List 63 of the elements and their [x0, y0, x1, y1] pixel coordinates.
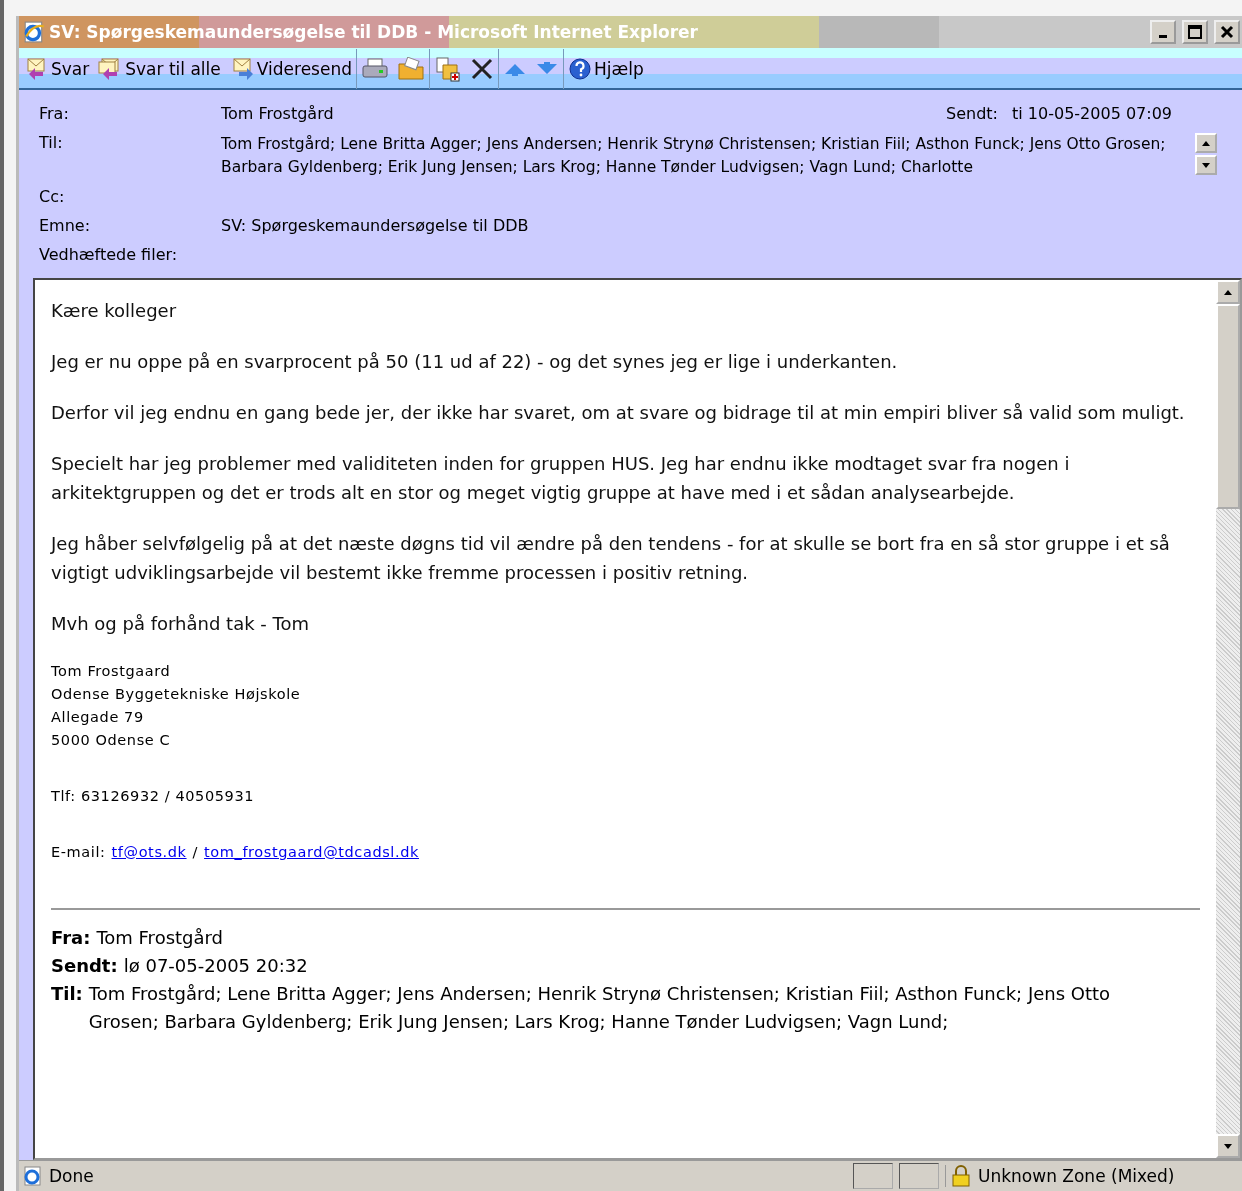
toolbar-button[interactable]: Videresend: [224, 49, 357, 89]
maximize-icon: [1188, 25, 1202, 39]
email-link[interactable]: tom_frostgaard@tdcadsl.dk: [204, 841, 419, 864]
message-paragraph: Specielt har jeg problemer med validiteten inden for gruppen HUS. Jeg har endnu ikke modtaget svar fra nogen i arkitektgruppen og det er trods alt en stor og meget vigtig gruppe at have med i et sådan analysearbejde.: [51, 452, 1071, 505]
subject-text: SV: Spørgeskemaundersøgelse til DDB: [221, 216, 529, 235]
close-icon: [1220, 25, 1234, 39]
down-arrow-icon: [1224, 1143, 1232, 1149]
scroll-up-button[interactable]: [1195, 133, 1217, 153]
separator-text: /: [192, 843, 199, 862]
toolbar-button[interactable]: Svar: [19, 49, 94, 89]
status-text: Done: [49, 1166, 95, 1186]
browser-icon: [23, 1166, 43, 1186]
toolbar-button[interactable]: Hjælp: [563, 49, 648, 89]
quoted-field-label: Fra:: [51, 926, 91, 950]
status-panel: [899, 1163, 939, 1189]
message-paragraph: Jeg er nu oppe på en svarprocent på 50 (11 ud af 22) - og det synes jeg er lige i underkanten.: [51, 350, 899, 374]
message-paragraph: Derfor vil jeg endnu en gang bede jer, der ikke har svaret, om at svare og bidrage til at min empiri bliver så valid som muligt.: [51, 401, 1186, 425]
security-zone-text: Unknown Zone (Mixed): [978, 1166, 1175, 1186]
status-panel: [853, 1163, 893, 1189]
signature-line: Tom Frostgaard: [51, 662, 172, 681]
signature-line: Odense Byggetekniske Højskole: [51, 685, 302, 704]
window-title: SV: Spørgeskemaundersøgelse til DDB - Microsoft Internet Explorer: [49, 22, 698, 42]
sent-date: ti 10-05-2005 07:09: [1012, 104, 1172, 123]
lock-icon: [952, 1165, 970, 1187]
scroll-up-button[interactable]: [1216, 280, 1240, 304]
email-label: E-mail:: [51, 843, 106, 862]
minimize-icon: [1159, 34, 1167, 38]
field-label: Til:: [38, 133, 64, 152]
field-label: Fra:: [38, 104, 70, 123]
field-label: Cc:: [38, 187, 66, 206]
field-label: Sendt:: [946, 104, 998, 123]
message-paragraph: Mvh og på forhånd tak - Tom: [51, 612, 310, 636]
field-label: Vedhæftede filer:: [38, 245, 178, 264]
scroll-down-button[interactable]: [1195, 155, 1217, 175]
signature-line: 5000 Odense C: [51, 731, 172, 750]
sender-name: Tom Frostgård: [221, 104, 334, 123]
help-icon: [567, 57, 592, 81]
documents-icon: [433, 56, 462, 82]
up-arrow-icon: [1202, 140, 1210, 146]
down-arrow-icon: [1202, 162, 1210, 168]
email-link[interactable]: tf@ots.dk: [111, 841, 187, 864]
quoted-field-value: Tom Frostgård: [96, 926, 224, 950]
quoted-field-label: Sendt:: [51, 954, 118, 978]
scroll-thumb[interactable]: [1216, 304, 1240, 509]
message-paragraph: Kære kolleger: [51, 299, 178, 323]
browser-icon: [23, 21, 45, 43]
field-label: Emne:: [38, 216, 92, 235]
quoted-field-label: Til:: [51, 982, 83, 1006]
close-button[interactable]: [1214, 20, 1240, 44]
up-arrow-icon: [1224, 289, 1232, 295]
quoted-field-value: lø 07-05-2005 20:32: [123, 954, 308, 978]
minimize-button[interactable]: [1150, 20, 1176, 44]
message-paragraph: Jeg håber selvfølgelig på at det næste døgns tid vil ændre på den tendens - for at skulle se bort fra en så stor gruppe i et så vigtigt udviklingsarbejde vil bestemt ikke fremme processen i positiv retning.: [51, 532, 1171, 585]
recipients-list: Tom Frostgård; Lene Britta Agger; Jens Andersen; Henrik Strynø Christensen; Kristian Fiil; Asthon Funck; Jens Otto Grosen; Barbara Gyldenberg; Erik Jung Jensen; Lars Krog; Hanne Tønder Ludvigsen; Vagn Lund; Charlotte: [221, 133, 1181, 179]
printer-icon: [360, 57, 389, 81]
folder-icon: [396, 57, 425, 81]
maximize-button[interactable]: [1182, 20, 1208, 44]
signature-line: Allegade 79: [51, 708, 145, 727]
phone-text: Tlf: 63126932 / 40505931: [51, 787, 256, 806]
scroll-down-button[interactable]: [1216, 1134, 1240, 1158]
quoted-field-value: Tom Frostgård; Lene Britta Agger; Jens Andersen; Henrik Strynø Christensen; Kristian Fiil; Asthon Funck; Jens Otto Grosen; Barbara Gyldenberg; Erik Jung Jensen; Lars Krog; Hanne Tønder Ludvigsen; Vagn Lund;: [88, 982, 1112, 1034]
delete-icon: [469, 57, 494, 81]
toolbar-button[interactable]: Svar til alle: [93, 49, 225, 89]
